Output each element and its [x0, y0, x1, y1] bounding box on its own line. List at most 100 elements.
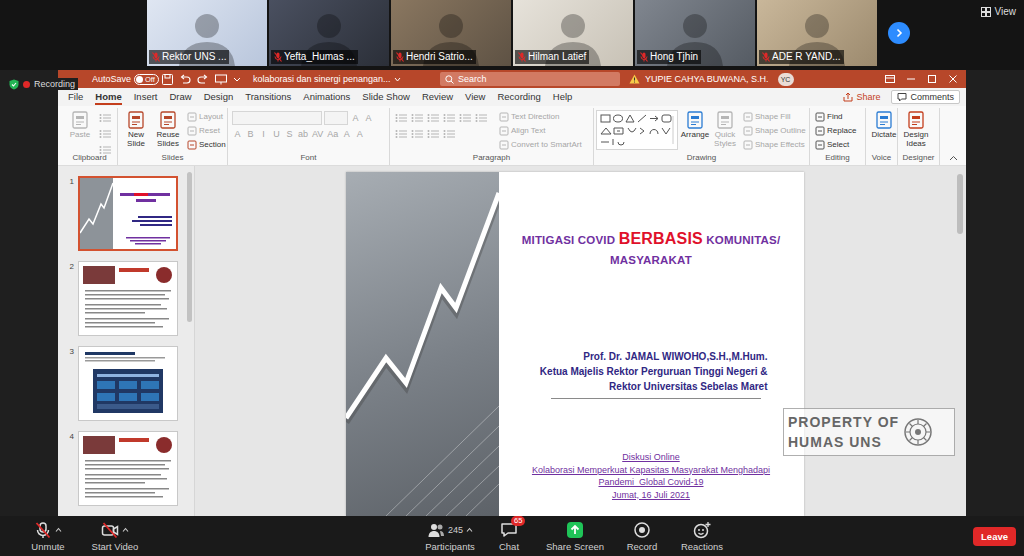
redo-icon[interactable]: [197, 74, 209, 85]
toolbar-button[interactable]: Start Video: [85, 521, 145, 552]
ribbon-small-button[interactable]: Shape Fill: [743, 110, 806, 123]
share-button[interactable]: Share: [838, 91, 885, 103]
video-tile[interactable]: Rektor UNS ...: [147, 0, 267, 66]
toolbar-button[interactable]: Reactions: [677, 521, 727, 552]
format-button[interactable]: I: [258, 127, 269, 141]
minimize-icon[interactable]: [906, 74, 916, 84]
caret-up-icon[interactable]: [466, 527, 473, 532]
ribbon-tab[interactable]: View: [459, 88, 491, 106]
ribbon-tab[interactable]: Review: [416, 88, 459, 106]
thumbnails-scrollbar[interactable]: [184, 166, 194, 516]
ribbon-icon-button[interactable]: [98, 127, 112, 141]
ribbon-tab[interactable]: Design: [198, 88, 240, 106]
ribbon-small-button[interactable]: Layout: [187, 110, 226, 123]
ribbon-small-button[interactable]: Reset: [187, 124, 226, 137]
ribbon-button[interactable]: New Slide: [120, 108, 152, 150]
dropdown-icon[interactable]: [233, 74, 241, 85]
format-button[interactable]: A: [350, 111, 361, 125]
leave-button[interactable]: Leave: [973, 527, 1016, 546]
comments-button[interactable]: Comments: [891, 90, 960, 104]
undo-icon[interactable]: [179, 74, 191, 85]
ribbon-icon-button[interactable]: [426, 127, 440, 141]
slide-thumbnail-row[interactable]: 2: [64, 261, 184, 336]
video-tile[interactable]: Hong Tjhin: [635, 0, 755, 66]
ribbon-tab[interactable]: File: [62, 88, 89, 106]
ribbon-icon-button[interactable]: [410, 127, 424, 141]
search-input[interactable]: [458, 74, 615, 84]
autosave-toggle[interactable]: Off: [134, 74, 159, 85]
ribbon-tab[interactable]: Animations: [297, 88, 356, 106]
slide-thumbnail[interactable]: [78, 346, 178, 421]
search-box[interactable]: [440, 72, 620, 86]
toolbar-button[interactable]: Unmute: [26, 521, 70, 552]
shapes-gallery[interactable]: [596, 110, 678, 150]
format-button[interactable]: A: [354, 127, 365, 141]
ribbon-tab[interactable]: Draw: [163, 88, 197, 106]
scrollbar-thumb[interactable]: [957, 174, 963, 234]
ribbon-icon-button[interactable]: [426, 111, 440, 125]
ribbon-icon-button[interactable]: [458, 111, 472, 125]
ribbon-small-button[interactable]: Text Direction: [499, 110, 582, 123]
user-avatar[interactable]: YC: [778, 73, 794, 86]
ribbon-button[interactable]: Arrange: [680, 108, 710, 141]
ribbon-tab[interactable]: Transitions: [239, 88, 297, 106]
format-button[interactable]: ab: [297, 127, 309, 141]
ribbon-tab[interactable]: Insert: [128, 88, 164, 106]
toolbar-button[interactable]: Share Screen: [544, 521, 606, 552]
user-account[interactable]: YUPIE CAHYA BUWANA, S.H.YC: [629, 73, 794, 86]
ribbon-tab[interactable]: Recording: [491, 88, 546, 106]
ribbon-icon-button[interactable]: [474, 111, 488, 125]
ribbon-small-button[interactable]: Select: [815, 138, 856, 151]
ribbon-icon-button[interactable]: [442, 111, 456, 125]
ribbon-small-button[interactable]: Section: [187, 138, 226, 151]
slide-thumbnail-row[interactable]: 3: [64, 346, 184, 421]
ribbon-field[interactable]: [324, 111, 348, 125]
toolbar-button[interactable]: Record: [622, 521, 662, 552]
video-tile[interactable]: ADE R YAND...: [757, 0, 877, 66]
format-button[interactable]: A: [341, 127, 352, 141]
slide-thumbnail-row[interactable]: 1: [64, 176, 184, 251]
format-button[interactable]: Aa: [326, 127, 339, 141]
next-page-button[interactable]: [888, 22, 910, 44]
close-icon[interactable]: [948, 74, 958, 84]
format-button[interactable]: S: [284, 127, 295, 141]
document-title[interactable]: kolaborasi dan sinergi penangan...: [250, 74, 440, 84]
ribbon-tab[interactable]: Home: [89, 88, 127, 106]
toolbar-button[interactable]: 65Chat: [489, 521, 529, 552]
ribbon-small-button[interactable]: Shape Outline: [743, 124, 806, 137]
slide-thumbnail[interactable]: [78, 431, 178, 506]
slide-thumbnail[interactable]: [78, 176, 178, 251]
ribbon-small-button[interactable]: Find: [815, 110, 856, 123]
ribbon-small-button[interactable]: Align Text: [499, 124, 582, 137]
video-tile[interactable]: Hilman Latief: [513, 0, 633, 66]
ribbon-icon-button[interactable]: [394, 111, 408, 125]
slide-thumbnail[interactable]: [78, 261, 178, 336]
format-button[interactable]: B: [245, 127, 256, 141]
ribbon-button[interactable]: Paste: [64, 108, 96, 141]
ribbon-button[interactable]: Reuse Slides: [152, 108, 184, 150]
slide-thumbnail-row[interactable]: 4: [64, 431, 184, 506]
format-button[interactable]: A: [363, 111, 374, 125]
ribbon-field[interactable]: [232, 111, 322, 125]
scrollbar-thumb[interactable]: [187, 172, 192, 322]
toolbar-button[interactable]: 245Participants: [421, 521, 479, 552]
ribbon-icon-button[interactable]: [410, 111, 424, 125]
ribbon-button[interactable]: Design Ideas: [900, 108, 932, 150]
ribbon-small-button[interactable]: Shape Effects: [743, 138, 806, 151]
format-button[interactable]: AV: [311, 127, 324, 141]
format-button[interactable]: U: [271, 127, 282, 141]
ribbon-button[interactable]: Dictate: [868, 108, 900, 141]
save-icon[interactable]: [162, 74, 173, 85]
ribbon-tab[interactable]: Help: [547, 88, 579, 106]
caret-up-icon[interactable]: [55, 527, 62, 532]
view-button[interactable]: View: [981, 6, 1017, 17]
ribbon-tab[interactable]: Slide Show: [356, 88, 416, 106]
video-tile[interactable]: Hendri Satrio...: [391, 0, 511, 66]
ribbon-icon-button[interactable]: [394, 127, 408, 141]
present-icon[interactable]: [215, 74, 227, 85]
slide-canvas[interactable]: MITIGASI COVID BERBASIS KOMUNITAS/MASYAR…: [346, 172, 804, 516]
ribbon-small-button[interactable]: Replace: [815, 124, 856, 137]
format-button[interactable]: A: [232, 127, 243, 141]
ribbon-icon-button[interactable]: [442, 127, 456, 141]
slide-editor-scrollbar[interactable]: [954, 166, 966, 516]
